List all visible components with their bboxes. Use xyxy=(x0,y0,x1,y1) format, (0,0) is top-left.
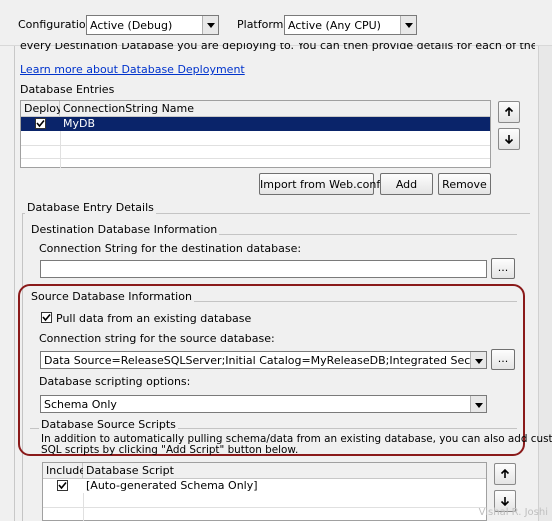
script-move-up-button[interactable] xyxy=(494,463,516,485)
intro-text: every Destination Database you are deplo… xyxy=(20,43,535,52)
col-script-header[interactable]: Database Script xyxy=(83,463,486,479)
configuration-label: Configuration: xyxy=(18,18,97,31)
grid-divider xyxy=(21,145,490,146)
destination-group-title: Destination Database Information xyxy=(29,223,220,236)
script-name: [Auto-generated Schema Only] xyxy=(86,479,258,492)
destination-conn-input[interactable] xyxy=(40,260,487,278)
chevron-down-icon xyxy=(470,396,486,412)
connection-name: MyDB xyxy=(63,117,96,130)
platform-value: Active (Any CPU) xyxy=(288,19,381,32)
col-deploy-header[interactable]: Deploy xyxy=(21,101,63,117)
col-include-header[interactable]: Include xyxy=(43,463,86,479)
col-name-header[interactable]: ConnectionString Name xyxy=(60,101,490,117)
grid-divider xyxy=(60,131,61,168)
check-icon xyxy=(36,119,45,128)
grid-divider xyxy=(21,158,490,159)
intro-text-clip: every Destination Database you are deplo… xyxy=(20,43,535,53)
table-row[interactable]: MyDB xyxy=(21,117,490,131)
move-up-button[interactable] xyxy=(498,101,520,123)
deploy-checkbox[interactable] xyxy=(35,118,46,129)
chevron-down-icon xyxy=(202,16,218,34)
source-conn-value: Data Source=ReleaseSQLServer;Initial Cat… xyxy=(44,354,487,367)
source-conn-label: Connection string for the source databas… xyxy=(39,332,275,345)
scripting-options-dropdown[interactable]: Schema Only xyxy=(40,395,487,413)
source-group-title: Source Database Information xyxy=(29,290,194,303)
remove-button[interactable]: Remove xyxy=(438,173,491,195)
chevron-down-icon xyxy=(400,16,416,34)
watermark: Vishal R. Joshi xyxy=(478,507,548,518)
arrow-down-icon xyxy=(500,497,510,506)
arrow-up-icon xyxy=(500,469,510,478)
arrow-down-icon xyxy=(504,135,514,144)
vertical-scrollbar[interactable] xyxy=(538,46,552,521)
destination-conn-label: Connection String for the destination da… xyxy=(39,242,302,255)
pull-data-checkbox[interactable] xyxy=(41,312,52,323)
database-entries-grid[interactable]: Deploy ConnectionString Name MyDB xyxy=(20,100,491,168)
move-down-button[interactable] xyxy=(498,128,520,150)
platform-label: Platform: xyxy=(237,18,288,31)
scripting-options-label: Database scripting options: xyxy=(39,375,191,388)
details-group-title: Database Entry Details xyxy=(25,201,156,214)
source-conn-dropdown[interactable]: Data Source=ReleaseSQLServer;Initial Cat… xyxy=(40,351,487,369)
include-checkbox[interactable] xyxy=(57,480,68,491)
database-entries-title: Database Entries xyxy=(20,83,115,96)
scripting-options-value: Schema Only xyxy=(44,398,117,411)
add-button[interactable]: Add xyxy=(380,173,433,195)
configuration-bar: Configuration: Active (Debug) Platform: … xyxy=(0,0,552,46)
destination-browse-button[interactable]: ... xyxy=(491,258,515,279)
import-from-webconfig-button[interactable]: Import from Web.config xyxy=(259,173,390,195)
arrow-up-icon xyxy=(504,107,514,116)
learn-more-link[interactable]: Learn more about Database Deployment xyxy=(20,63,245,76)
check-icon xyxy=(42,313,51,322)
configuration-value: Active (Debug) xyxy=(90,19,173,32)
check-icon xyxy=(58,481,67,490)
pull-data-label[interactable]: Pull data from an existing database xyxy=(56,312,251,325)
scripts-description-2: SQL scripts by clicking "Add Script" but… xyxy=(41,444,299,456)
table-row[interactable]: [Auto-generated Schema Only] xyxy=(43,479,486,493)
platform-dropdown[interactable]: Active (Any CPU) xyxy=(284,15,417,35)
source-browse-button[interactable]: ... xyxy=(491,349,515,370)
scripts-group-title: Database Source Scripts xyxy=(39,418,178,431)
grid-divider xyxy=(43,507,486,508)
configuration-dropdown[interactable]: Active (Debug) xyxy=(86,15,219,35)
scripts-grid[interactable]: Include Database Script [Auto-generated … xyxy=(42,462,487,521)
chevron-down-icon xyxy=(470,352,486,368)
